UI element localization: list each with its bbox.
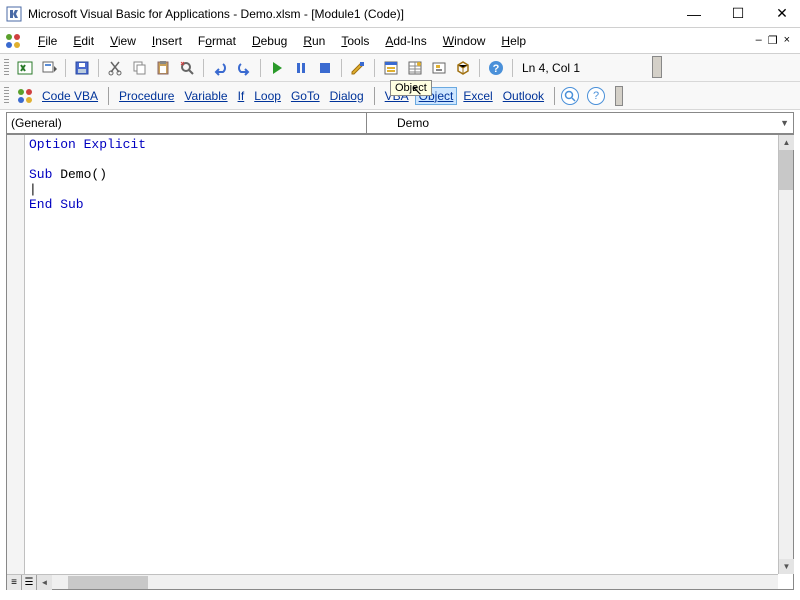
copy-icon[interactable] (128, 57, 150, 79)
procedure-combo[interactable]: Demo ▼ (366, 112, 794, 134)
btn-goto[interactable]: GoTo (287, 87, 324, 105)
object-combo[interactable]: (General) (6, 112, 366, 134)
close-button[interactable]: ✕ (770, 5, 794, 22)
code-vba-label[interactable]: Code VBA (38, 87, 102, 105)
properties-icon[interactable] (404, 57, 426, 79)
project-explorer-icon[interactable] (380, 57, 402, 79)
menu-window[interactable]: Window (435, 31, 494, 51)
minimize-button[interactable]: — (682, 6, 706, 22)
scroll-left-icon[interactable]: ◄ (37, 575, 52, 590)
chevron-down-icon: ▼ (780, 118, 789, 128)
code-vba-icon[interactable] (14, 85, 36, 107)
code-kw: Sub (29, 167, 52, 182)
menu-debug[interactable]: Debug (244, 31, 295, 51)
object-browser-icon[interactable] (428, 57, 450, 79)
help-circle-icon[interactable]: ? (587, 87, 605, 105)
toolbar-overflow-icon[interactable] (652, 56, 662, 78)
btn-outlook[interactable]: Outlook (499, 87, 548, 105)
menu-insert[interactable]: Insert (144, 31, 190, 51)
redo-icon[interactable] (233, 57, 255, 79)
reset-icon[interactable] (314, 57, 336, 79)
toolbar-grip[interactable] (4, 87, 9, 105)
code-editor: Option Explicit Sub Demo() | End Sub ▲ ▼… (6, 134, 794, 590)
code-text-area[interactable]: Option Explicit Sub Demo() | End Sub (25, 135, 793, 589)
horizontal-scrollbar[interactable]: ≡ ☰ ◄ (7, 574, 778, 589)
scroll-thumb-h[interactable] (68, 576, 148, 589)
btn-loop[interactable]: Loop (250, 87, 285, 105)
code-header-combos: (General) Demo ▼ (6, 112, 794, 134)
cut-icon[interactable] (104, 57, 126, 79)
menu-edit[interactable]: Edit (65, 31, 102, 51)
code-kw: Option (29, 137, 76, 152)
code-kw: Sub (52, 197, 83, 212)
code-vba-icon (4, 32, 22, 50)
break-icon[interactable] (290, 57, 312, 79)
undo-icon[interactable] (209, 57, 231, 79)
help-icon[interactable]: ? (485, 57, 507, 79)
code-kw: Explicit (76, 137, 146, 152)
full-module-view-icon[interactable]: ☰ (22, 575, 37, 590)
child-minimize-button[interactable]: – (756, 34, 762, 47)
code-margin[interactable] (7, 135, 25, 589)
standard-toolbar: ? Ln 4, Col 1 (0, 54, 800, 82)
btn-dialog[interactable]: Dialog (326, 87, 368, 105)
window-title: Microsoft Visual Basic for Applications … (28, 7, 682, 21)
toolbox-icon[interactable] (452, 57, 474, 79)
procedure-view-icon[interactable]: ≡ (7, 575, 22, 590)
menu-help[interactable]: Help (493, 31, 534, 51)
btn-procedure[interactable]: Procedure (115, 87, 178, 105)
menu-run[interactable]: Run (295, 31, 333, 51)
maximize-button[interactable]: ☐ (726, 5, 750, 22)
run-icon[interactable] (266, 57, 288, 79)
scroll-thumb[interactable] (779, 150, 793, 190)
menu-tools[interactable]: Tools (333, 31, 377, 51)
child-close-button[interactable]: × (784, 34, 790, 47)
title-bar: Microsoft Visual Basic for Applications … (0, 0, 800, 28)
code-kw: End (29, 197, 52, 212)
menu-view[interactable]: View (102, 31, 144, 51)
svg-text:?: ? (493, 63, 500, 75)
mdi-child-controls: – ❐ × (756, 34, 796, 47)
view-excel-icon[interactable] (14, 57, 36, 79)
search-icon[interactable] (561, 87, 579, 105)
btn-if[interactable]: If (234, 87, 249, 105)
menu-addins[interactable]: Add-Ins (377, 31, 434, 51)
toolbar-grip[interactable] (4, 59, 9, 77)
object-combo-value: (General) (11, 116, 62, 130)
design-mode-icon[interactable] (347, 57, 369, 79)
child-restore-button[interactable]: ❐ (768, 34, 778, 47)
code-text: Demo() (52, 167, 107, 182)
menu-bar: File Edit View Insert Format Debug Run T… (0, 28, 800, 54)
find-icon[interactable] (176, 57, 198, 79)
window-controls: — ☐ ✕ (682, 5, 794, 22)
menu-format[interactable]: Format (190, 31, 244, 51)
vertical-scrollbar[interactable]: ▲ ▼ (778, 135, 793, 574)
btn-variable[interactable]: Variable (180, 87, 231, 105)
app-icon (6, 6, 22, 22)
insert-dropdown-icon[interactable] (38, 57, 60, 79)
procedure-combo-value: Demo (397, 116, 429, 130)
toolbar-end-marker (615, 86, 623, 106)
scroll-up-icon[interactable]: ▲ (779, 135, 794, 150)
menu-file[interactable]: File (30, 31, 65, 51)
btn-excel[interactable]: Excel (459, 87, 496, 105)
cursor-position-label: Ln 4, Col 1 (518, 61, 584, 75)
paste-icon[interactable] (152, 57, 174, 79)
tooltip: Object (390, 80, 432, 96)
scroll-down-icon[interactable]: ▼ (779, 559, 794, 574)
save-icon[interactable] (71, 57, 93, 79)
